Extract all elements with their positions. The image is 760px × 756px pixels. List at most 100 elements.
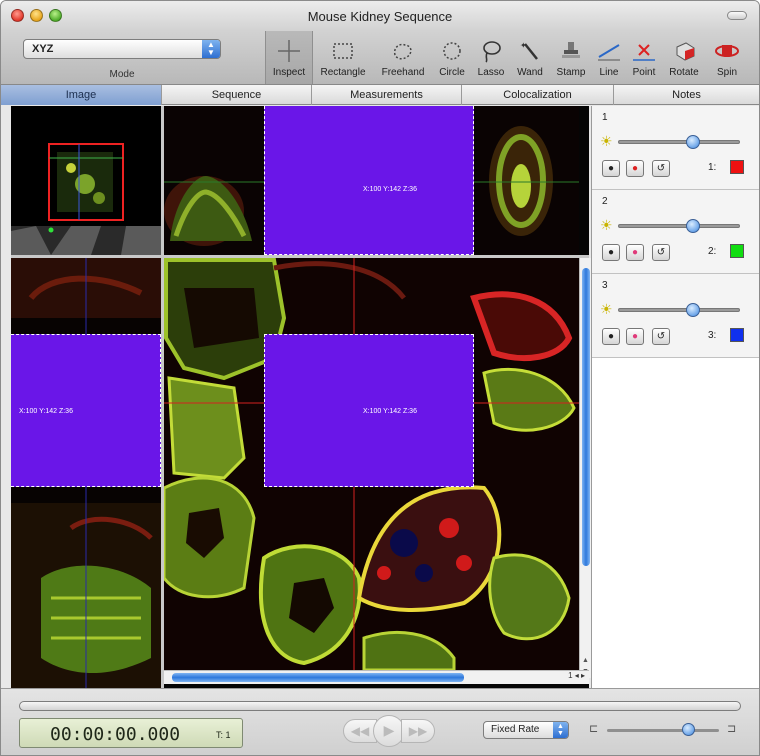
- spin-tool-button[interactable]: Spin: [707, 35, 747, 83]
- xz-view-pane[interactable]: X:100 Y:142 Z:36: [164, 106, 579, 255]
- tab-measurements[interactable]: Measurements: [312, 85, 462, 105]
- selection-region-top[interactable]: [264, 106, 474, 255]
- horizontal-scrollbar[interactable]: 1 ◂ ▸: [164, 670, 589, 684]
- channel-reset-icon[interactable]: ↺: [652, 160, 670, 177]
- speed-slider-knob[interactable]: [681, 723, 695, 736]
- brightness-icon: ☀: [600, 217, 613, 233]
- slider-knob[interactable]: [686, 135, 701, 149]
- channel-row: 2 ☀ ● ● ↺ 2:: [592, 190, 759, 274]
- yz-view-pane[interactable]: X:100 Y:142 Z:36: [11, 258, 161, 688]
- volume-overview-pane[interactable]: [11, 106, 161, 255]
- playback-bar: 00:00:00.000 T: 1 ◀◀ ▶ ▶▶ Fixed Rate ▲ ▼ …: [1, 688, 759, 755]
- playback-rate-select[interactable]: Fixed Rate ▲ ▼: [483, 721, 569, 739]
- channel-color-swatch[interactable]: [730, 244, 744, 258]
- point-label: Point: [632, 67, 656, 78]
- stamp-tool-button[interactable]: Stamp: [551, 35, 591, 83]
- freehand-label: Freehand: [381, 67, 425, 78]
- channel-brightness-slider[interactable]: [618, 303, 740, 317]
- rewind-icon: ◀◀: [350, 724, 370, 738]
- wand-tool-button[interactable]: ✦ Wand: [511, 35, 549, 83]
- spin-label: Spin: [716, 67, 737, 78]
- coordinate-readout-left: X:100 Y:142 Z:36: [19, 408, 73, 415]
- channel-visibility-button[interactable]: ●: [602, 160, 620, 177]
- title-bar[interactable]: Mouse Kidney Sequence: [1, 1, 759, 31]
- spin-icon: [715, 45, 739, 57]
- channel-color-button[interactable]: ●: [626, 244, 644, 261]
- line-icon: [598, 44, 620, 61]
- slider-knob[interactable]: [686, 219, 701, 233]
- mode-select[interactable]: XYZ ▲ ▼: [23, 39, 221, 59]
- channel-color-swatch[interactable]: [730, 160, 744, 174]
- channel-brightness-slider[interactable]: [618, 135, 740, 149]
- inspect-tool-button[interactable]: Inspect: [265, 31, 313, 84]
- app-window: Mouse Kidney Sequence XYZ ▲ ▼ Mode Inspec…: [0, 0, 760, 756]
- circle-label: Circle: [439, 67, 465, 78]
- channel-brightness-slider[interactable]: [618, 219, 740, 233]
- fast-forward-icon: ▶▶: [408, 724, 428, 738]
- tab-bar: Image Sequence Measurements Colocalizati…: [1, 85, 759, 105]
- tab-colocalization[interactable]: Colocalization: [462, 85, 614, 105]
- chevron-updown-icon: ▲ ▼: [202, 40, 220, 58]
- pane-divider-horizontal[interactable]: [11, 255, 589, 258]
- rectangle-tool-button[interactable]: Rectangle: [315, 35, 371, 83]
- play-icon: ▶: [383, 722, 395, 738]
- freehand-tool-button[interactable]: Freehand: [375, 35, 431, 83]
- toolbar-toggle-button[interactable]: [727, 11, 747, 20]
- image-viewer[interactable]: X:100 Y:142 Z:36 X:100 Y:142 Z:36 X:100 …: [11, 106, 591, 688]
- playback-rate-value: Fixed Rate: [491, 724, 540, 735]
- slider-knob[interactable]: [686, 303, 701, 317]
- channel-visibility-button[interactable]: ●: [602, 328, 620, 345]
- channel-number: 3: [602, 280, 608, 291]
- fast-forward-button[interactable]: ▶▶: [401, 719, 435, 743]
- channel-number: 2: [602, 196, 608, 207]
- channel-reset-icon[interactable]: ↺: [652, 244, 670, 261]
- volume-render-image: [11, 143, 161, 255]
- channel-number: 1: [602, 112, 608, 123]
- time-display: 00:00:00.000 T: 1: [19, 718, 243, 748]
- rotate-label: Rotate: [669, 67, 699, 78]
- line-tool-button[interactable]: Line: [593, 35, 625, 83]
- horizontal-scroll-thumb[interactable]: [172, 673, 464, 682]
- rotate-icon: [676, 42, 695, 61]
- page-indicator[interactable]: 1 ◂ ▸: [568, 671, 585, 680]
- mode-label: Mode: [109, 69, 135, 80]
- circle-tool-button[interactable]: Circle: [433, 35, 471, 83]
- timeline-scrubber[interactable]: [19, 701, 741, 711]
- chevron-updown-icon: ▲ ▼: [553, 722, 568, 738]
- channel-visibility-button[interactable]: ●: [602, 244, 620, 261]
- window-title: Mouse Kidney Sequence: [307, 9, 453, 24]
- lasso-tool-button[interactable]: Lasso: [473, 35, 509, 83]
- tab-image[interactable]: Image: [1, 85, 162, 105]
- rotate-tool-button[interactable]: Rotate: [663, 35, 705, 83]
- channel-label: 2:: [708, 246, 717, 257]
- point-icon: [633, 44, 655, 61]
- channel-color-swatch[interactable]: [730, 328, 744, 342]
- pane-divider-vertical[interactable]: [161, 106, 164, 688]
- inspect-label: Inspect: [272, 67, 306, 78]
- freehand-icon: [393, 43, 412, 60]
- channel-row: 3 ☀ ● ● ↺ 3:: [592, 274, 759, 358]
- vertical-scroll-thumb[interactable]: [582, 268, 590, 566]
- rewind-button[interactable]: ◀◀: [343, 719, 377, 743]
- stamp-label: Stamp: [556, 67, 586, 78]
- slow-speed-icon: ⊏: [589, 723, 599, 735]
- channel-color-button[interactable]: ●: [626, 328, 644, 345]
- scroll-up-arrow-icon[interactable]: ▲: [582, 657, 589, 664]
- wand-label: Wand: [517, 67, 543, 78]
- coordinate-readout-top: X:100 Y:142 Z:36: [363, 186, 417, 193]
- lasso-icon: [483, 41, 501, 63]
- vertical-scrollbar[interactable]: ▲ ▼: [579, 258, 591, 678]
- channel-reset-icon[interactable]: ↺: [652, 328, 670, 345]
- wand-icon: ✦: [520, 41, 538, 60]
- tab-notes[interactable]: Notes: [614, 85, 759, 105]
- brightness-icon: ☀: [600, 133, 613, 149]
- channel-color-button[interactable]: ●: [626, 160, 644, 177]
- playback-speed-slider[interactable]: [607, 723, 719, 736]
- channel-panel: 1 ☀ ● ● ↺ 1: 2 ☀ ● ● ↺ 2: 3 ☀ ● ● ↺ 3:: [591, 106, 759, 688]
- circle-icon: [443, 42, 461, 60]
- point-tool-button[interactable]: Point: [627, 35, 661, 83]
- rectangle-icon: [333, 43, 353, 59]
- tab-sequence[interactable]: Sequence: [162, 85, 312, 105]
- channel-label: 1:: [708, 162, 717, 173]
- xy-main-view-pane[interactable]: X:100 Y:142 Z:36: [164, 258, 579, 670]
